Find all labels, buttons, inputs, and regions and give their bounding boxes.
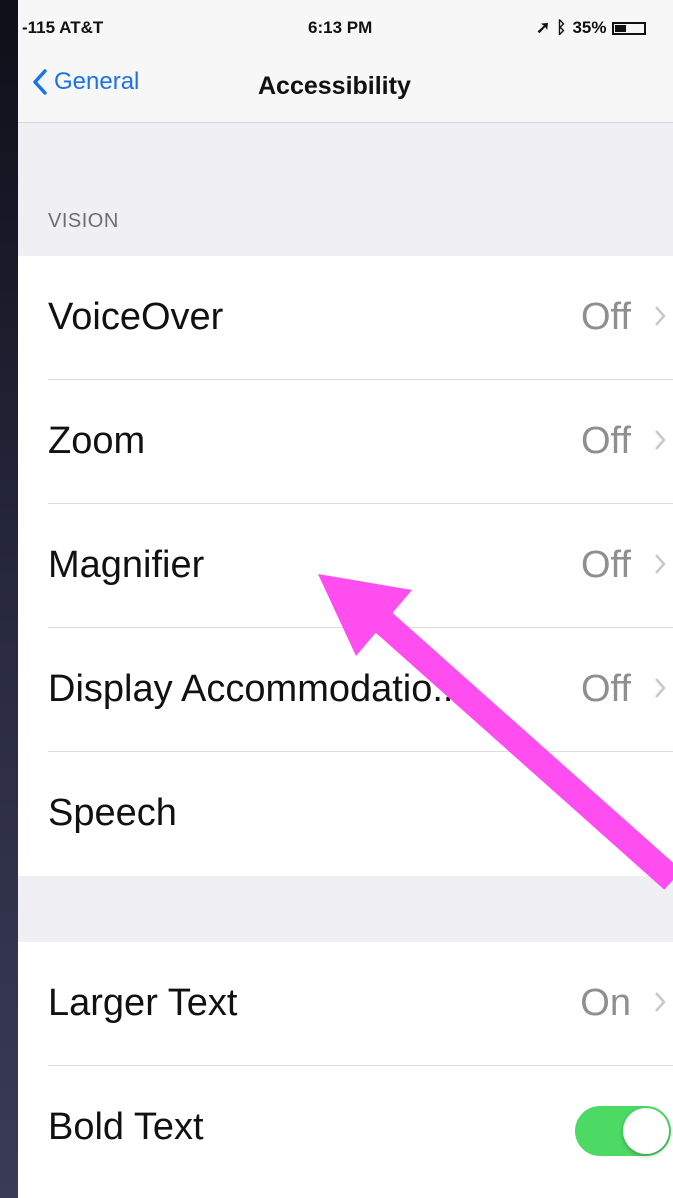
chevron-right-icon [655,430,666,450]
chevron-right-icon [655,678,666,698]
battery-percent: 35% [572,18,607,37]
row-label: Larger Text [48,982,238,1024]
row-value: Off [581,420,631,462]
bluetooth-icon: ᛒ [556,18,567,37]
row-bold-text: Bold Text [18,1066,673,1190]
row-label: Zoom [48,420,146,462]
bold-text-toggle[interactable] [575,1106,671,1156]
row-value: Off [581,544,631,586]
row-zoom[interactable]: Zoom Off [18,380,673,504]
vision-group: VoiceOver Off Zoom Off Magnifier Off Dis… [18,256,673,876]
row-value: On [580,982,631,1024]
status-bar: -115 AT&T 6:13 PM ➚ ᛒ 35% [18,0,673,56]
location-icon: ➚ [536,18,551,37]
chevron-back-icon [33,69,47,95]
status-time: 6:13 PM [308,18,373,37]
back-button[interactable]: General [32,68,139,96]
row-display-accommodations[interactable]: Display Accommodatio... Off [18,628,673,752]
row-speech[interactable]: Speech [18,752,673,876]
device-frame: -115 AT&T 6:13 PM ➚ ᛒ 35% General Access… [0,0,673,1198]
page-title: Accessibility [258,72,411,100]
settings-screen: -115 AT&T 6:13 PM ➚ ᛒ 35% General Access… [18,0,673,1198]
row-label: Magnifier [48,544,205,586]
row-value: Off [581,668,631,710]
status-indicators: ➚ ᛒ 35% [536,18,647,38]
toggle-knob [623,1108,669,1154]
row-magnifier[interactable]: Magnifier Off [18,504,673,628]
chevron-right-icon [655,306,666,326]
navigation-bar: General Accessibility [18,56,673,123]
chevron-right-icon [655,554,666,574]
text-group: Larger Text On Bold Text [18,942,673,1198]
row-label: Bold Text [48,1106,204,1148]
row-value: Off [581,296,631,338]
chevron-right-icon [655,992,666,1012]
row-larger-text[interactable]: Larger Text On [18,942,673,1066]
row-label: VoiceOver [48,296,224,338]
section-header-vision: VISION [48,210,119,232]
row-label: Speech [48,792,177,834]
row-voiceover[interactable]: VoiceOver Off [18,256,673,380]
battery-icon [612,21,647,35]
row-label: Display Accommodatio... [48,668,465,710]
back-button-label: General [54,68,140,95]
carrier-signal: -115 AT&T [22,18,104,37]
